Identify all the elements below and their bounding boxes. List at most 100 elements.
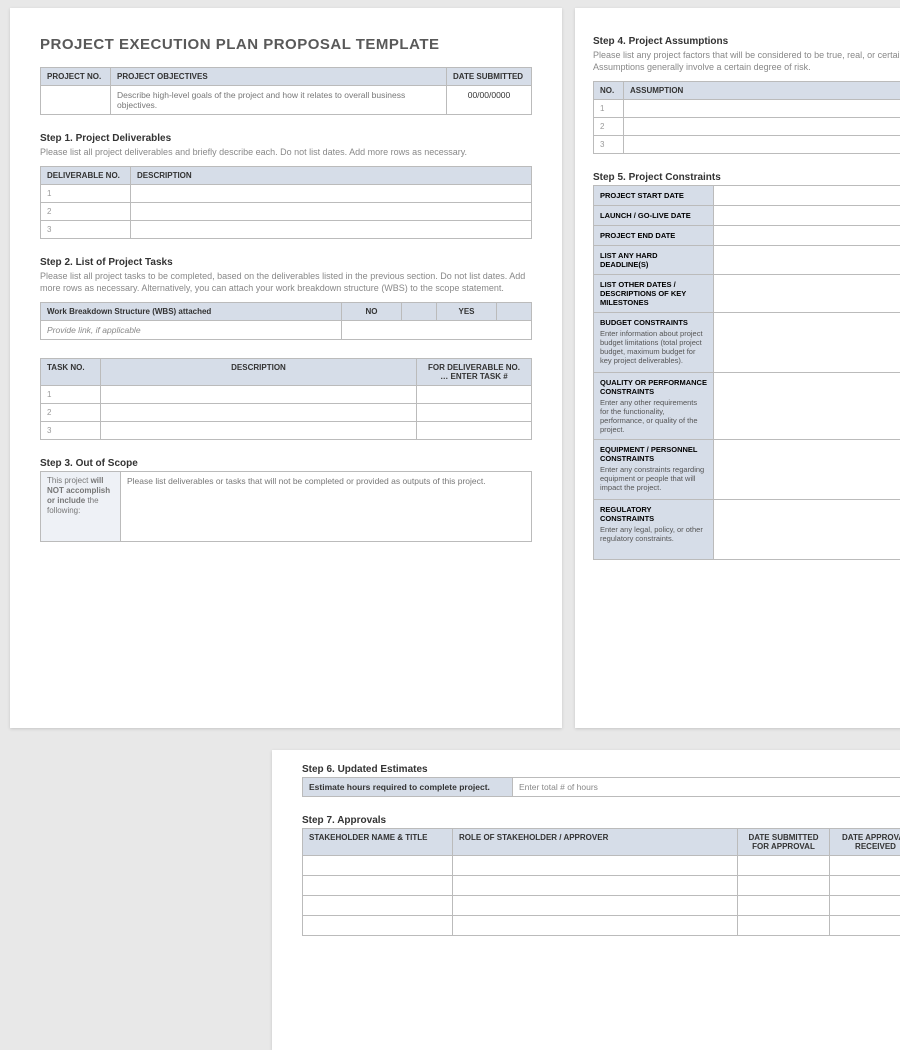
col-assumption: ASSUMPTION bbox=[624, 82, 900, 100]
page-1: PROJECT EXECUTION PLAN PROPOSAL TEMPLATE… bbox=[10, 8, 562, 728]
step6-title: Step 6. Updated Estimates bbox=[302, 764, 900, 775]
row-num[interactable]: 1 bbox=[41, 185, 131, 203]
col-role: ROLE OF STAKEHOLDER / APPROVER bbox=[453, 829, 738, 856]
table-cell[interactable] bbox=[624, 100, 900, 118]
table-cell[interactable] bbox=[830, 856, 900, 876]
page-3: Step 6. Updated Estimates Estimate hours… bbox=[272, 750, 900, 1050]
c-value[interactable] bbox=[714, 440, 900, 500]
col-description: DESCRIPTION bbox=[131, 167, 532, 185]
c-label: REGULATORY CONSTRAINTS Enter any legal, p… bbox=[594, 500, 714, 560]
table-cell[interactable] bbox=[101, 404, 417, 422]
row-num[interactable]: 3 bbox=[594, 136, 624, 154]
approvals-table: STAKEHOLDER NAME & TITLE ROLE OF STAKEHO… bbox=[302, 828, 900, 936]
row-num[interactable]: 3 bbox=[41, 221, 131, 239]
table-cell[interactable] bbox=[303, 916, 453, 936]
step2-title: Step 2. List of Project Tasks bbox=[40, 257, 532, 268]
table-cell[interactable] bbox=[453, 896, 738, 916]
c-value[interactable] bbox=[714, 186, 900, 206]
wbs-yes-label: YES bbox=[437, 303, 497, 321]
wbs-no-label: NO bbox=[342, 303, 402, 321]
table-cell[interactable] bbox=[738, 916, 830, 936]
col-date-submitted: DATE SUBMITTED bbox=[447, 68, 532, 86]
table-cell[interactable] bbox=[303, 856, 453, 876]
col-task-no: TASK NO. bbox=[41, 359, 101, 386]
c-label: EQUIPMENT / PERSONNEL CONSTRAINTS Enter a… bbox=[594, 440, 714, 500]
table-cell[interactable] bbox=[453, 856, 738, 876]
c-value[interactable] bbox=[714, 500, 900, 560]
step5-title: Step 5. Project Constraints bbox=[593, 172, 900, 183]
document-title: PROJECT EXECUTION PLAN PROPOSAL TEMPLATE bbox=[40, 36, 532, 53]
table-cell[interactable] bbox=[417, 386, 532, 404]
col-task-deliv: FOR DELIVERABLE NO. … ENTER TASK # bbox=[417, 359, 532, 386]
step4-title: Step 4. Project Assumptions bbox=[593, 36, 900, 47]
table-cell[interactable] bbox=[417, 404, 532, 422]
c-label: QUALITY OR PERFORMANCE CONSTRAINTSEnter … bbox=[594, 373, 714, 440]
cell-objectives[interactable]: Describe high-level goals of the project… bbox=[111, 86, 447, 115]
c-value[interactable] bbox=[714, 206, 900, 226]
row-num[interactable]: 3 bbox=[41, 422, 101, 440]
c-label-sub: Enter any constraints regarding equipmen… bbox=[600, 465, 707, 492]
row-num[interactable]: 2 bbox=[41, 404, 101, 422]
step7-title: Step 7. Approvals bbox=[302, 815, 900, 826]
table-cell[interactable] bbox=[101, 422, 417, 440]
table-cell[interactable] bbox=[453, 876, 738, 896]
c-value[interactable] bbox=[714, 275, 900, 313]
col-date-received: DATE APPROVAL RECEIVED bbox=[830, 829, 900, 856]
col-task-desc: DESCRIPTION bbox=[101, 359, 417, 386]
c-label-text: REGULATORY CONSTRAINTS bbox=[600, 505, 654, 523]
table-cell[interactable] bbox=[303, 876, 453, 896]
table-cell[interactable] bbox=[830, 876, 900, 896]
wbs-link-cell[interactable] bbox=[342, 321, 532, 340]
table-cell[interactable] bbox=[738, 856, 830, 876]
table-cell[interactable] bbox=[131, 203, 532, 221]
table-cell[interactable] bbox=[738, 896, 830, 916]
row-num[interactable]: 2 bbox=[594, 118, 624, 136]
c-label-text: EQUIPMENT / PERSONNEL CONSTRAINTS bbox=[600, 445, 697, 463]
c-label-text: BUDGET CONSTRAINTS bbox=[600, 318, 688, 327]
wbs-yes-check[interactable] bbox=[497, 303, 532, 321]
row-num[interactable]: 2 bbox=[41, 203, 131, 221]
table-cell[interactable] bbox=[131, 221, 532, 239]
col-project-no: PROJECT NO. bbox=[41, 68, 111, 86]
constraints-table: PROJECT START DATE LAUNCH / GO-LIVE DATE… bbox=[593, 185, 900, 560]
est-input[interactable]: Enter total # of hours bbox=[513, 778, 900, 797]
c-label: PROJECT END DATE bbox=[594, 226, 714, 246]
table-cell[interactable] bbox=[303, 896, 453, 916]
c-label: LIST OTHER DATES / DESCRIPTIONS OF KEY M… bbox=[594, 275, 714, 313]
cell-date[interactable]: 00/00/0000 bbox=[447, 86, 532, 115]
table-cell[interactable] bbox=[624, 136, 900, 154]
table-cell[interactable] bbox=[101, 386, 417, 404]
step1-title: Step 1. Project Deliverables bbox=[40, 133, 532, 144]
col-date-submitted: DATE SUBMITTED FOR APPROVAL bbox=[738, 829, 830, 856]
col-no: NO. bbox=[594, 82, 624, 100]
page-2: Step 4. Project Assumptions Please list … bbox=[575, 8, 900, 728]
table-cell[interactable] bbox=[453, 916, 738, 936]
oos-body[interactable]: Please list deliverables or tasks that w… bbox=[121, 472, 532, 542]
row-num[interactable]: 1 bbox=[594, 100, 624, 118]
table-cell[interactable] bbox=[417, 422, 532, 440]
est-label: Estimate hours required to complete proj… bbox=[303, 778, 513, 797]
c-label-sub: Enter any legal, policy, or other regula… bbox=[600, 525, 707, 543]
c-value[interactable] bbox=[714, 246, 900, 275]
step3-title: Step 3. Out of Scope bbox=[40, 458, 532, 469]
table-cell[interactable] bbox=[738, 876, 830, 896]
col-objectives: PROJECT OBJECTIVES bbox=[111, 68, 447, 86]
oos-label: This project will NOT accomplish or incl… bbox=[41, 472, 121, 542]
wbs-table: Work Breakdown Structure (WBS) attached … bbox=[40, 302, 532, 340]
c-label: PROJECT START DATE bbox=[594, 186, 714, 206]
table-cell[interactable] bbox=[830, 896, 900, 916]
out-of-scope-table: This project will NOT accomplish or incl… bbox=[40, 471, 532, 542]
step1-desc: Please list all project deliverables and… bbox=[40, 146, 532, 158]
assumptions-table: NO. ASSUMPTION 1 2 3 bbox=[593, 81, 900, 154]
table-cell[interactable] bbox=[131, 185, 532, 203]
c-value[interactable] bbox=[714, 226, 900, 246]
col-stakeholder: STAKEHOLDER NAME & TITLE bbox=[303, 829, 453, 856]
wbs-no-check[interactable] bbox=[402, 303, 437, 321]
cell-project-no[interactable] bbox=[41, 86, 111, 115]
table-cell[interactable] bbox=[624, 118, 900, 136]
c-value[interactable] bbox=[714, 373, 900, 440]
step4-desc: Please list any project factors that wil… bbox=[593, 49, 900, 73]
table-cell[interactable] bbox=[830, 916, 900, 936]
c-value[interactable] bbox=[714, 313, 900, 373]
row-num[interactable]: 1 bbox=[41, 386, 101, 404]
